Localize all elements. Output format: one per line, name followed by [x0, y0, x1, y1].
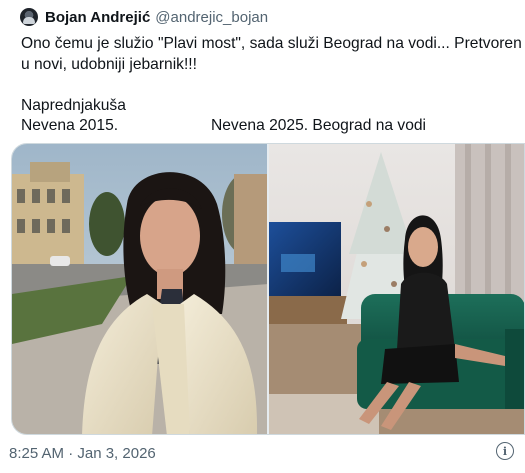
photo-right[interactable] — [269, 144, 524, 434]
photo-right-image — [269, 144, 524, 434]
media-grid — [11, 143, 525, 435]
tweet-card: Bojan Andrejić @andrejic_bojan Ono čemu … — [0, 0, 525, 473]
avatar[interactable] — [20, 8, 38, 26]
tweet-text-line: u novi, udobniji jebarnik!!! — [21, 55, 197, 73]
tweet-text-line: Naprednjakuša — [21, 96, 126, 114]
tweet-text-line: Ono čemu je služio "Plavi most", sada sl… — [21, 35, 525, 52]
photo-left-image — [12, 144, 267, 434]
author-handle[interactable]: @andrejic_bojan — [155, 9, 268, 26]
photo-left[interactable] — [12, 144, 267, 434]
caption-right: Nevena 2025. Beograd na vodi — [211, 117, 427, 134]
author-name[interactable]: Bojan Andrejić — [45, 9, 150, 26]
info-icon[interactable]: i — [496, 442, 514, 460]
tweet-timestamp[interactable]: 8:25 AM · Jan 3, 2026 — [9, 445, 156, 462]
tweet-header: Bojan Andrejić @andrejic_bojan — [20, 6, 268, 28]
caption-left: Nevena 2015. — [21, 117, 119, 134]
tweet-text: Ono čemu je služio "Plavi most", sada sl… — [21, 34, 525, 137]
